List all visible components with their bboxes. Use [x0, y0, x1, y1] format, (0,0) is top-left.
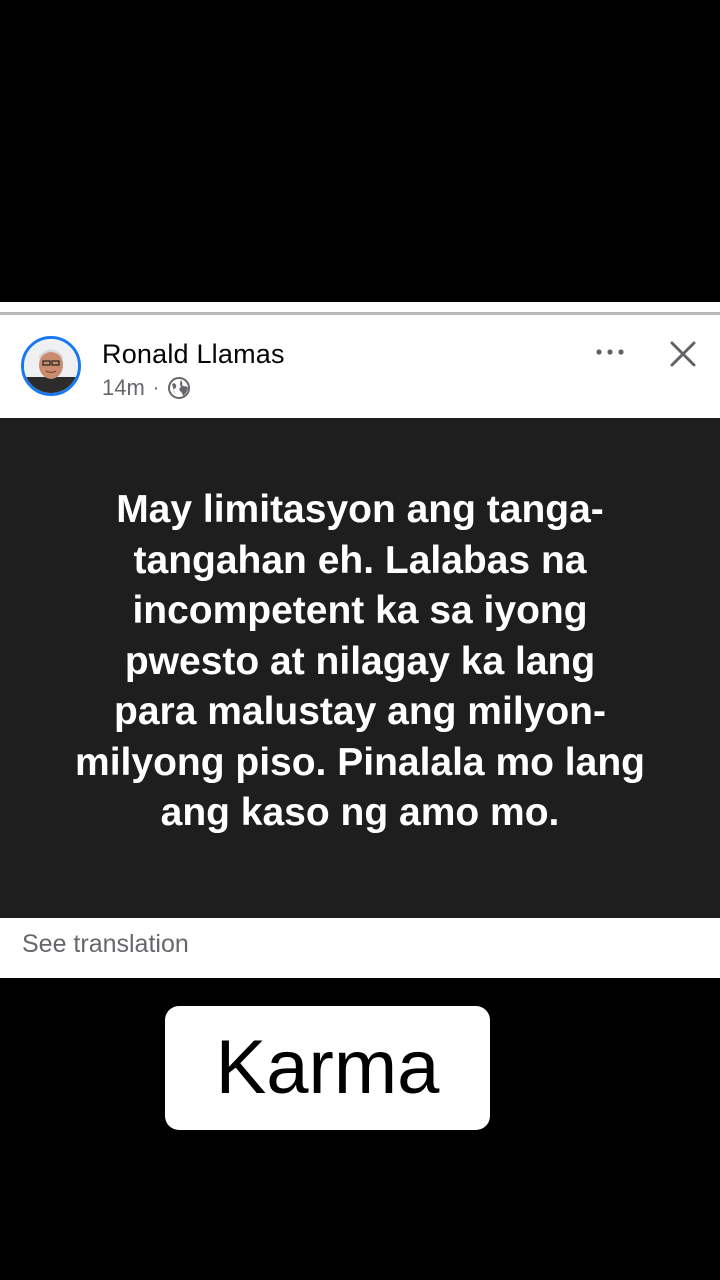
post-text-line: incompetent ka sa iyong [132, 589, 588, 633]
meta-separator: · [152, 376, 160, 399]
top-black-area [0, 0, 720, 302]
close-icon [670, 341, 696, 367]
post-text-line: milyong piso. Pinalala mo lang [75, 740, 645, 784]
more-options-icon [596, 349, 624, 355]
post-text: May limitasyon ang tanga- tangahan eh. L… [40, 485, 680, 839]
post-text-line: tangahan eh. Lalabas na [133, 538, 587, 582]
post-text-line: ang kaso ng amo mo. [160, 791, 560, 835]
post-body: May limitasyon ang tanga- tangahan eh. L… [0, 418, 720, 918]
caption-text: Karma [215, 1024, 440, 1110]
author-name[interactable]: Ronald Llamas [102, 339, 285, 370]
post-text-line: para malustay ang milyon- [114, 690, 606, 734]
post-header: Ronald Llamas 14m · [0, 315, 720, 418]
see-translation-link[interactable]: See translation [22, 930, 189, 959]
caption-box: Karma [165, 1006, 490, 1130]
avatar-image [24, 339, 78, 393]
more-options-button[interactable] [592, 339, 628, 365]
post-timestamp[interactable]: 14m [102, 375, 145, 401]
close-button[interactable] [666, 337, 700, 371]
post-meta: 14m · [102, 374, 191, 402]
post-text-line: May limitasyon ang tanga- [116, 488, 604, 532]
post-card: Ronald Llamas 14m · May limitasyon ang t… [0, 302, 720, 978]
globe-icon [167, 376, 191, 400]
post-text-line: pwesto at nilagay ka lang [124, 639, 596, 683]
avatar[interactable] [21, 336, 81, 396]
translation-bar: See translation [0, 918, 720, 978]
